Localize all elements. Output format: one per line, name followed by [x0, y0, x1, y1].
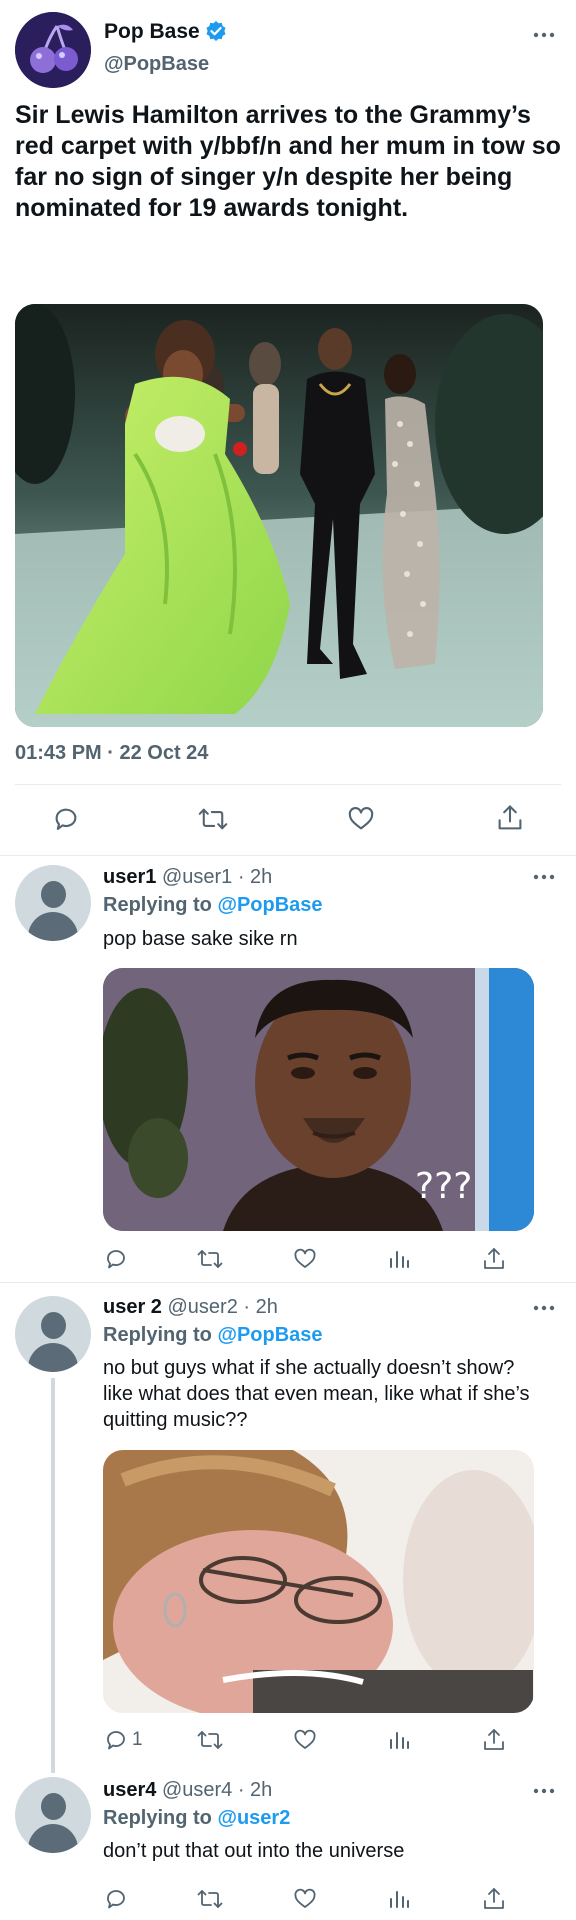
reply-text: no but guys what if she actually doesn’t… — [103, 1357, 530, 1431]
avatar[interactable] — [15, 1296, 91, 1372]
like-icon[interactable] — [293, 1728, 317, 1752]
timestamp: · 2h — [237, 1779, 273, 1801]
handle[interactable]: @user4 — [162, 1779, 232, 1801]
handle[interactable]: @user2 — [168, 1296, 238, 1318]
share-icon[interactable] — [482, 1727, 506, 1753]
retweet-icon[interactable] — [197, 1887, 223, 1911]
more-horizontal-icon[interactable] — [533, 30, 555, 40]
image-overlay-text: ??? — [415, 1166, 472, 1207]
handle[interactable]: @PopBase — [104, 53, 209, 76]
avatar[interactable] — [15, 1777, 91, 1853]
timestamp[interactable]: 01:43 PM · 22 Oct 24 — [15, 742, 208, 765]
replying-label: Replying to — [103, 894, 212, 916]
red-carpet-photo[interactable] — [15, 304, 543, 727]
reply-tweet[interactable]: user4 @user4 · 2h Replying to @user2 don… — [0, 1773, 576, 1920]
timestamp: · 2h — [237, 866, 273, 888]
display-name[interactable]: user4 — [103, 1779, 156, 1801]
verified-badge-icon — [205, 20, 227, 42]
reply-count: 1 — [132, 1729, 143, 1750]
replying-label: Replying to — [103, 1324, 212, 1346]
divider — [15, 784, 561, 785]
tweet-text: Sir Lewis Hamilton arrives to the Grammy… — [15, 101, 561, 222]
analytics-icon[interactable] — [388, 1247, 410, 1271]
thread-line — [51, 1378, 55, 1773]
replying-to: Replying to @user2 — [103, 1807, 290, 1830]
retweet-icon[interactable] — [197, 1247, 223, 1271]
avatar[interactable] — [15, 865, 91, 941]
reply-icon[interactable] — [104, 1728, 128, 1752]
reply-tweet[interactable]: user1 @user1 · 2h Replying to @PopBase p… — [0, 856, 576, 1282]
replying-to: Replying to @PopBase — [103, 1324, 323, 1347]
reply-header: user 2 @user2 · 2h — [103, 1296, 278, 1319]
mention-link[interactable]: @PopBase — [217, 894, 322, 916]
reply-header: user1 @user1 · 2h — [103, 866, 272, 889]
reply-tweet[interactable]: user 2 @user2 · 2h Replying to @PopBase … — [0, 1283, 576, 1773]
like-icon[interactable] — [293, 1887, 317, 1911]
analytics-icon[interactable] — [388, 1887, 410, 1911]
share-icon[interactable] — [482, 1246, 506, 1272]
reply-image[interactable] — [103, 1450, 534, 1713]
popbase-avatar[interactable] — [15, 12, 91, 88]
retweet-icon[interactable] — [197, 1728, 223, 1752]
replying-label: Replying to — [103, 1807, 212, 1829]
cherry-logo-icon — [15, 12, 91, 88]
more-horizontal-icon[interactable] — [533, 872, 555, 882]
main-tweet: Pop Base @PopBase Sir Lewis Hamilton arr… — [0, 0, 576, 855]
reply-icon[interactable] — [52, 805, 80, 833]
display-name[interactable]: user1 — [103, 866, 156, 888]
reply-text: pop base sake sike rn — [103, 928, 298, 950]
reply-icon[interactable] — [104, 1247, 128, 1271]
mention-link[interactable]: @user2 — [217, 1807, 290, 1829]
timestamp: · 2h — [243, 1296, 278, 1318]
more-horizontal-icon[interactable] — [533, 1786, 555, 1796]
like-icon[interactable] — [347, 805, 375, 833]
mention-link[interactable]: @PopBase — [217, 1324, 322, 1346]
share-icon[interactable] — [496, 803, 524, 833]
like-icon[interactable] — [293, 1247, 317, 1271]
display-name[interactable]: user 2 — [103, 1296, 162, 1318]
display-name[interactable]: Pop Base — [104, 20, 200, 44]
reply-icon[interactable] — [104, 1887, 128, 1911]
handle[interactable]: @user1 — [162, 866, 232, 888]
reply-image[interactable]: ??? — [103, 968, 534, 1231]
replying-to: Replying to @PopBase — [103, 894, 323, 917]
reply-text: don’t put that out into the universe — [103, 1840, 405, 1862]
reply-header: user4 @user4 · 2h — [103, 1779, 272, 1802]
share-icon[interactable] — [482, 1886, 506, 1912]
analytics-icon[interactable] — [388, 1728, 410, 1752]
reply-action[interactable]: 1 — [104, 1728, 143, 1752]
retweet-icon[interactable] — [198, 805, 228, 833]
more-horizontal-icon[interactable] — [533, 1303, 555, 1313]
